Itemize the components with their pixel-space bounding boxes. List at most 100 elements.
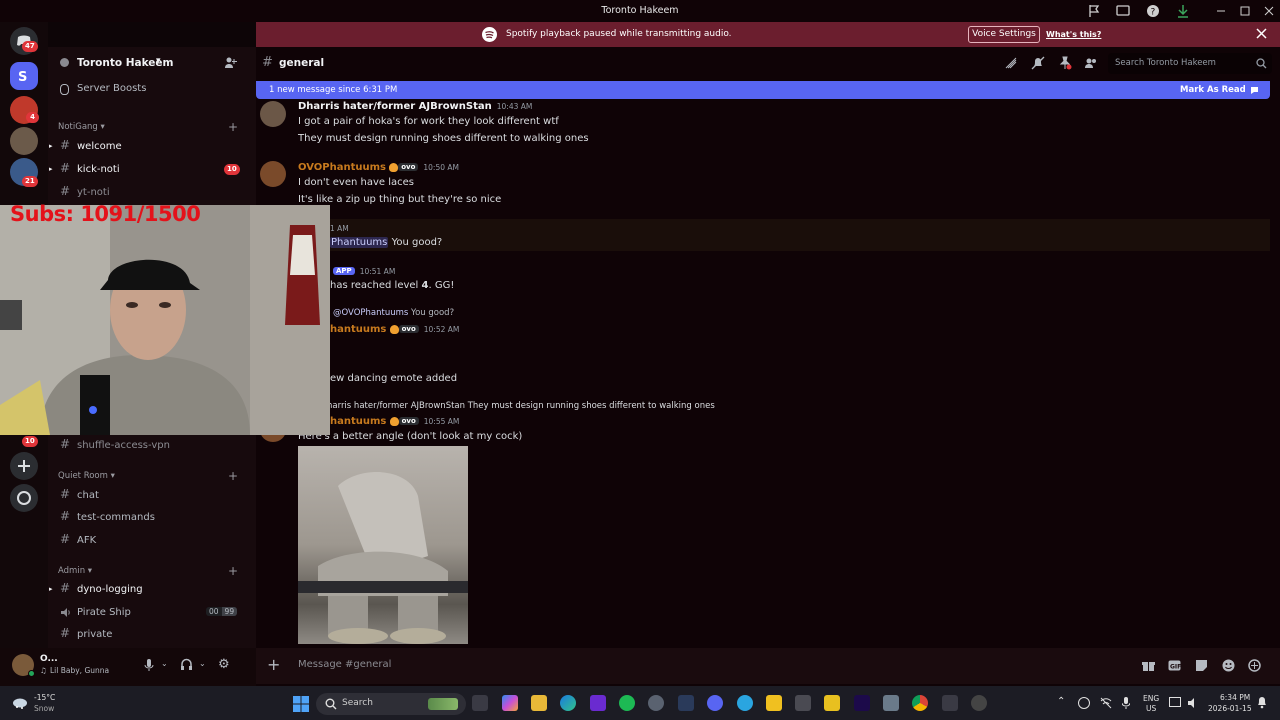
gift-icon[interactable] [1142,659,1155,672]
add-attachment-icon[interactable]: + [267,655,280,674]
task-view-icon[interactable] [472,695,488,711]
chevron-down-icon[interactable]: ⌄ [199,659,206,668]
weather-condition: Snow [34,704,55,713]
avatar[interactable] [260,101,286,127]
sticker-icon[interactable] [1195,659,1208,672]
user-panel: O... ♫ Lil Baby, Gunna ⌄ ⌄ ⚙ [0,648,256,686]
channel-label: chat [77,490,99,501]
emoji-icon[interactable] [1222,659,1235,672]
discord-icon[interactable] [707,695,723,711]
message-input[interactable]: Message #general [298,659,391,670]
help-icon[interactable]: ? [1146,4,1160,18]
snipping-tool-icon[interactable] [942,695,958,711]
search-input[interactable]: Search Toronto Hakeem [1115,58,1216,68]
channel-test-commands[interactable]: # test-commands [58,508,244,528]
gear-icon[interactable]: ⚙ [218,657,230,672]
reply-preview[interactable]: harris hater/former AJBrownStan They mus… [327,401,715,411]
taskbar-search-box[interactable]: Search [316,693,466,715]
chevron-down-icon: ▾ [156,56,161,66]
attached-image[interactable] [298,446,468,644]
monitor-icon[interactable] [1116,4,1130,18]
network-sync-icon[interactable] [1078,697,1090,709]
close-window-icon[interactable] [1262,4,1276,18]
download-icon[interactable] [1176,4,1190,18]
clock-date[interactable]: 2026-01-15 [1208,704,1252,713]
apps-icon[interactable] [1248,659,1261,672]
avatar[interactable] [260,161,286,187]
premiere-pro-icon[interactable] [854,695,870,711]
unread-indicator-icon: ▸ [49,142,53,150]
category-admin[interactable]: Admin ▾ [58,566,92,576]
notification-bell-muted-icon[interactable] [1031,56,1045,70]
volume-icon[interactable] [1187,697,1199,709]
discover-icon[interactable] [10,484,38,512]
chrome-icon[interactable] [912,695,928,711]
reply-preview[interactable]: @OVOPhantuums You good? [333,308,454,318]
close-notice-icon[interactable] [1256,28,1267,39]
chevron-down-icon[interactable]: ⌄ [161,659,168,668]
new-messages-bar[interactable]: 1 new message since 6:31 PM Mark As Read [256,81,1270,99]
inbox-flag-icon[interactable] [1087,4,1101,18]
minimize-icon[interactable] [1214,4,1228,18]
message-author[interactable]: hantuums [330,416,386,427]
channel-afk[interactable]: # AFK [58,531,244,551]
settings-icon[interactable] [648,695,664,711]
headphones-icon[interactable] [180,658,193,671]
next-app-icon[interactable] [590,695,606,711]
channel-welcome[interactable]: ▸ # welcome [49,137,244,157]
create-channel-icon[interactable]: + [228,564,238,578]
file-explorer-icon[interactable] [531,695,547,711]
channel-chat[interactable]: # chat [58,486,244,506]
search-box[interactable]: Search Toronto Hakeem [1108,53,1272,74]
message-author[interactable]: hantuums [330,324,386,335]
calculator-icon[interactable] [795,695,811,711]
language-indicator[interactable]: ENG [1143,694,1159,703]
clock-time[interactable]: 6:34 PM [1220,693,1250,702]
category-notigang[interactable]: NotiGang ▾ [58,122,105,132]
gif-icon[interactable]: GIF [1168,659,1181,672]
notepad-icon[interactable] [883,695,899,711]
channel-shuffle-access-vpn[interactable]: # shuffle-access-vpn [58,436,244,456]
pin-icon[interactable] [1058,56,1072,70]
notification-bell-icon[interactable] [1256,696,1268,709]
threads-icon[interactable] [1004,56,1018,70]
mark-as-read-button[interactable]: Mark As Read [1180,85,1246,95]
message-author[interactable]: Dharris hater/former AJBrownStan [298,101,492,112]
invite-people-icon[interactable] [224,56,237,69]
username: O... [40,654,58,664]
server-boosts-item[interactable]: Server Boosts [58,81,248,99]
add-server-icon[interactable] [10,452,38,480]
warning-app-icon[interactable] [824,695,840,711]
windows-start-icon[interactable] [293,696,309,712]
create-channel-icon[interactable]: + [228,120,238,134]
user-mention[interactable]: Phantuums [330,237,389,248]
spotify-icon[interactable] [619,695,635,711]
obs-icon[interactable] [971,695,987,711]
channel-dyno-logging[interactable]: ▸ # dyno-logging [49,580,244,600]
microphone-icon[interactable] [144,658,154,672]
network-icon[interactable] [1169,697,1181,707]
server-icon[interactable] [10,127,38,155]
voice-settings-button[interactable]: Voice Settings [968,26,1040,43]
channel-yt-noti[interactable]: # yt-noti [58,183,244,203]
server-icon-active[interactable]: S [10,62,38,90]
channel-private[interactable]: # private [58,625,244,645]
wifi-off-icon[interactable] [1100,697,1112,709]
whats-this-link[interactable]: What's this? [1046,30,1101,39]
server-header[interactable]: Toronto Hakeem ▾ [48,47,256,77]
copilot-icon[interactable] [502,695,518,711]
microphone-tray-icon[interactable] [1122,697,1130,709]
edge-browser-icon[interactable] [560,695,576,711]
category-quiet-room[interactable]: Quiet Room ▾ [58,471,115,481]
chevron-up-icon[interactable]: ⌃ [1057,696,1065,707]
telegram-icon[interactable] [737,695,753,711]
channel-label: Pirate Ship [77,607,131,618]
maximize-icon[interactable] [1238,4,1252,18]
message-author[interactable]: OVOPhantuums [298,162,386,173]
terminal-icon[interactable] [678,695,694,711]
channel-kick-noti[interactable]: ▸ # kick-noti 10 [49,160,244,180]
app-icon[interactable] [766,695,782,711]
channel-pirate-ship[interactable]: Pirate Ship 00 99 [58,603,244,623]
create-channel-icon[interactable]: + [228,469,238,483]
member-list-icon[interactable] [1084,56,1098,70]
